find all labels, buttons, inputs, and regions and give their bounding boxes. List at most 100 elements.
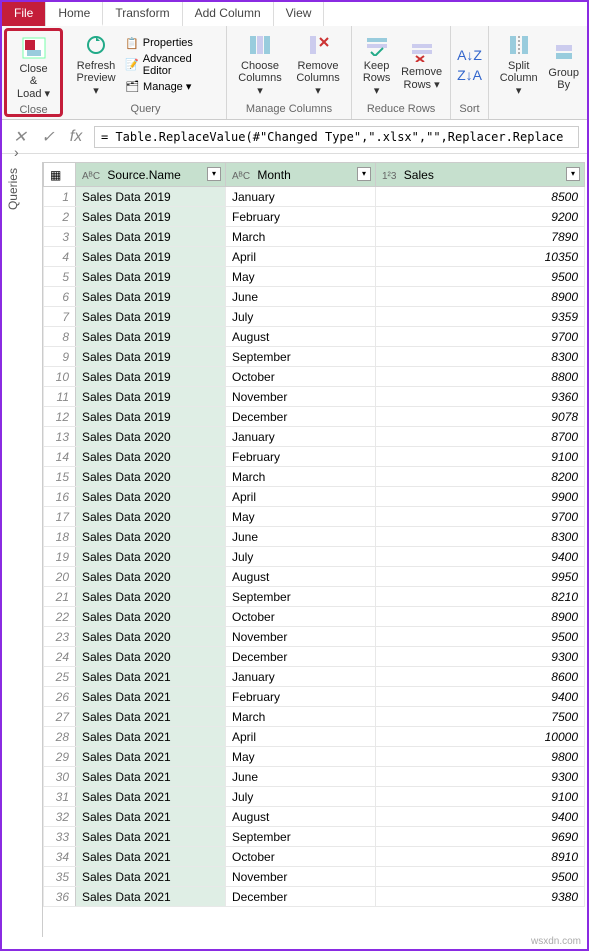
cell-source[interactable]: Sales Data 2020 [76, 527, 226, 547]
cell-month[interactable]: January [226, 427, 376, 447]
cell-sales[interactable]: 8900 [376, 607, 585, 627]
row-number[interactable]: 9 [44, 347, 76, 367]
row-number[interactable]: 4 [44, 247, 76, 267]
cell-sales[interactable]: 8600 [376, 667, 585, 687]
table-row[interactable]: 21Sales Data 2020September8210 [44, 587, 585, 607]
cell-sales[interactable]: 8900 [376, 287, 585, 307]
table-row[interactable]: 23Sales Data 2020November9500 [44, 627, 585, 647]
row-number[interactable]: 24 [44, 647, 76, 667]
cell-sales[interactable]: 9100 [376, 787, 585, 807]
row-number[interactable]: 35 [44, 867, 76, 887]
cell-month[interactable]: August [226, 567, 376, 587]
advanced-editor-button[interactable]: 📝 Advanced Editor [123, 52, 222, 78]
table-row[interactable]: 3Sales Data 2019March7890 [44, 227, 585, 247]
cell-source[interactable]: Sales Data 2020 [76, 567, 226, 587]
cell-month[interactable]: April [226, 247, 376, 267]
cell-month[interactable]: January [226, 187, 376, 207]
cell-source[interactable]: Sales Data 2021 [76, 827, 226, 847]
cell-source[interactable]: Sales Data 2021 [76, 767, 226, 787]
cell-source[interactable]: Sales Data 2021 [76, 847, 226, 867]
refresh-preview-button[interactable]: Refresh Preview ▾ [69, 30, 123, 99]
cell-source[interactable]: Sales Data 2021 [76, 887, 226, 907]
cell-month[interactable]: June [226, 527, 376, 547]
cell-source[interactable]: Sales Data 2019 [76, 327, 226, 347]
cell-sales[interactable]: 9100 [376, 447, 585, 467]
col-header-sales[interactable]: 1²3 Sales ▾ [376, 163, 585, 187]
row-number[interactable]: 16 [44, 487, 76, 507]
cell-source[interactable]: Sales Data 2019 [76, 267, 226, 287]
cell-source[interactable]: Sales Data 2020 [76, 507, 226, 527]
cell-sales[interactable]: 7500 [376, 707, 585, 727]
cell-source[interactable]: Sales Data 2019 [76, 247, 226, 267]
cell-month[interactable]: June [226, 287, 376, 307]
cell-source[interactable]: Sales Data 2019 [76, 367, 226, 387]
cell-month[interactable]: May [226, 507, 376, 527]
cell-source[interactable]: Sales Data 2019 [76, 207, 226, 227]
properties-button[interactable]: 📋 Properties [123, 36, 222, 51]
cell-source[interactable]: Sales Data 2021 [76, 707, 226, 727]
row-number[interactable]: 10 [44, 367, 76, 387]
table-row[interactable]: 16Sales Data 2020April9900 [44, 487, 585, 507]
table-row[interactable]: 33Sales Data 2021September9690 [44, 827, 585, 847]
cell-month[interactable]: April [226, 487, 376, 507]
row-number[interactable]: 14 [44, 447, 76, 467]
formula-input[interactable] [94, 126, 579, 148]
cell-sales[interactable]: 9400 [376, 807, 585, 827]
manage-button[interactable]: 🗂 Manage ▾ [123, 79, 222, 94]
row-number[interactable]: 1 [44, 187, 76, 207]
table-row[interactable]: 29Sales Data 2021May9800 [44, 747, 585, 767]
cell-sales[interactable]: 9380 [376, 887, 585, 907]
row-number[interactable]: 28 [44, 727, 76, 747]
table-row[interactable]: 9Sales Data 2019September8300 [44, 347, 585, 367]
table-row[interactable]: 8Sales Data 2019August9700 [44, 327, 585, 347]
cell-month[interactable]: February [226, 447, 376, 467]
tab-home[interactable]: Home [46, 2, 103, 26]
cell-month[interactable]: September [226, 587, 376, 607]
row-number[interactable]: 17 [44, 507, 76, 527]
cell-sales[interactable]: 9300 [376, 767, 585, 787]
cell-month[interactable]: March [226, 227, 376, 247]
cell-sales[interactable]: 10350 [376, 247, 585, 267]
cell-sales[interactable]: 9200 [376, 207, 585, 227]
cell-month[interactable]: March [226, 707, 376, 727]
cell-month[interactable]: August [226, 327, 376, 347]
cell-source[interactable]: Sales Data 2020 [76, 487, 226, 507]
cell-month[interactable]: November [226, 387, 376, 407]
cell-sales[interactable]: 9360 [376, 387, 585, 407]
cell-sales[interactable]: 9700 [376, 507, 585, 527]
cell-sales[interactable]: 9950 [376, 567, 585, 587]
group-by-button[interactable]: Group By [544, 37, 583, 93]
queries-panel-label[interactable]: Queries [4, 162, 22, 216]
row-number[interactable]: 26 [44, 687, 76, 707]
cell-source[interactable]: Sales Data 2020 [76, 447, 226, 467]
row-number[interactable]: 7 [44, 307, 76, 327]
cell-source[interactable]: Sales Data 2020 [76, 627, 226, 647]
cell-month[interactable]: July [226, 307, 376, 327]
cell-sales[interactable]: 9800 [376, 747, 585, 767]
table-row[interactable]: 19Sales Data 2020July9400 [44, 547, 585, 567]
row-number[interactable]: 20 [44, 567, 76, 587]
cell-source[interactable]: Sales Data 2020 [76, 647, 226, 667]
table-row[interactable]: 24Sales Data 2020December9300 [44, 647, 585, 667]
table-row[interactable]: 11Sales Data 2019November9360 [44, 387, 585, 407]
cell-sales[interactable]: 8500 [376, 187, 585, 207]
row-number[interactable]: 31 [44, 787, 76, 807]
cell-month[interactable]: May [226, 747, 376, 767]
cell-month[interactable]: July [226, 787, 376, 807]
cell-month[interactable]: September [226, 827, 376, 847]
cell-source[interactable]: Sales Data 2021 [76, 867, 226, 887]
table-row[interactable]: 17Sales Data 2020May9700 [44, 507, 585, 527]
table-row[interactable]: 28Sales Data 2021April10000 [44, 727, 585, 747]
cell-sales[interactable]: 8910 [376, 847, 585, 867]
fx-icon[interactable]: fx [66, 128, 86, 146]
remove-columns-button[interactable]: Remove Columns ▾ [289, 30, 347, 99]
cell-sales[interactable]: 8200 [376, 467, 585, 487]
row-number[interactable]: 8 [44, 327, 76, 347]
table-row[interactable]: 7Sales Data 2019July9359 [44, 307, 585, 327]
keep-rows-button[interactable]: Keep Rows ▾ [356, 30, 397, 99]
cell-month[interactable]: March [226, 467, 376, 487]
tab-file[interactable]: File [2, 2, 46, 26]
row-number[interactable]: 27 [44, 707, 76, 727]
choose-columns-button[interactable]: Choose Columns ▾ [231, 30, 289, 99]
cell-sales[interactable]: 9400 [376, 687, 585, 707]
